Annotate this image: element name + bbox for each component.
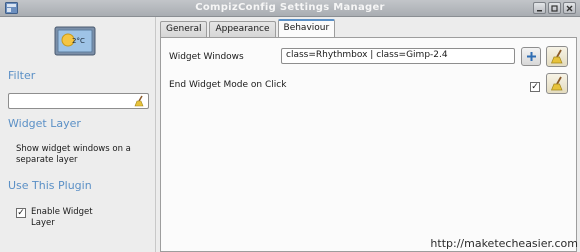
plugin-description: Show widget windows on a separate layer: [16, 144, 131, 165]
maximize-button[interactable]: [548, 2, 561, 14]
end-widget-mode-checkbox[interactable]: ✓: [530, 82, 540, 92]
tab-bar: General Appearance Behaviour: [160, 19, 337, 37]
settings-panel: Widget Windows class=Rhythmbox | class=G…: [160, 37, 577, 252]
tab-appearance[interactable]: Appearance: [209, 21, 276, 37]
use-plugin-heading: Use This Plugin: [8, 179, 92, 192]
close-button[interactable]: [563, 2, 576, 14]
enable-plugin-label: Enable Widget Layer: [31, 207, 93, 228]
maximize-icon: [551, 4, 558, 12]
tab-general[interactable]: General: [160, 21, 208, 37]
end-widget-mode-label: End Widget Mode on Click: [169, 80, 287, 90]
minimize-icon: [537, 9, 542, 11]
enable-plugin-row[interactable]: ✓ Enable Widget Layer: [16, 207, 101, 229]
window-title: CompizConfig Settings Manager: [195, 2, 385, 13]
widget-plugin-icon: 2°C: [54, 26, 96, 56]
minimize-button[interactable]: [533, 2, 546, 14]
title-bar[interactable]: CompizConfig Settings Manager: [0, 0, 580, 17]
widget-windows-field[interactable]: class=Rhythmbox | class=Gimp-2.4: [281, 48, 515, 64]
filter-heading: Filter: [8, 69, 36, 82]
widget-layer-heading: Widget Layer: [8, 117, 81, 130]
plus-icon: [526, 52, 536, 61]
filter-input[interactable]: [11, 95, 131, 107]
enable-plugin-checkbox[interactable]: ✓: [16, 208, 26, 218]
sidebar: 2°C Filter Widget Layer Show widget wind…: [0, 17, 156, 252]
main-panel: General Appearance Behaviour Widget Wind…: [157, 17, 580, 252]
widget-windows-label: Widget Windows: [169, 52, 244, 62]
broom-icon[interactable]: [134, 95, 146, 107]
reset-widget-windows-button[interactable]: [546, 46, 568, 67]
broom-icon: [550, 49, 563, 64]
reset-end-widget-mode-button[interactable]: [546, 73, 568, 94]
broom-icon: [550, 76, 563, 91]
plugin-icon-label: 2°C: [72, 37, 85, 45]
tab-behaviour[interactable]: Behaviour: [277, 19, 336, 37]
close-icon: [566, 5, 573, 11]
filter-field[interactable]: [8, 93, 149, 109]
watermark: http://maketecheasier.com: [430, 237, 578, 250]
add-button[interactable]: [521, 47, 541, 66]
